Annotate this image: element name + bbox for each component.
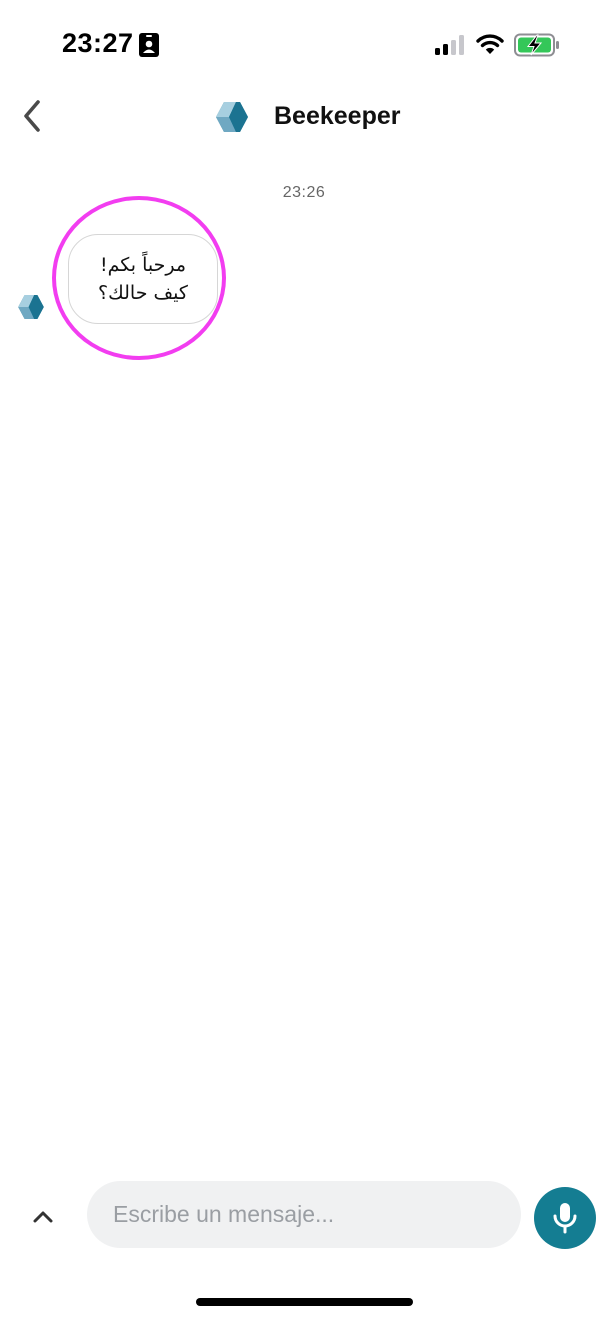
chevron-left-icon — [24, 100, 40, 132]
wifi-icon — [476, 34, 504, 54]
home-indicator[interactable] — [196, 1298, 413, 1306]
status-time: 23:27 — [62, 28, 134, 58]
signal-icon — [435, 35, 464, 55]
message-input[interactable] — [87, 1181, 521, 1248]
beekeeper-logo-icon — [18, 295, 44, 319]
id-card-icon — [139, 33, 159, 57]
message-bubble[interactable]: مرحباً بكم! كيف حالك؟ — [68, 234, 218, 324]
battery-charging-icon — [514, 33, 559, 57]
message-line: مرحباً بكم! — [99, 254, 186, 276]
expand-button[interactable] — [30, 1206, 56, 1228]
back-button[interactable] — [18, 96, 48, 136]
chat-screen: 23:27 Beekeeper 23:26 مرحباً بكم! كيف حا… — [0, 0, 608, 1318]
beekeeper-logo-icon — [216, 102, 248, 132]
message-timestamp: 23:26 — [282, 184, 326, 201]
microphone-button[interactable] — [534, 1187, 596, 1249]
message-line: كيف حالك؟ — [98, 282, 188, 304]
page-title: Beekeeper — [274, 102, 401, 130]
microphone-icon — [553, 1203, 577, 1234]
chevron-up-icon — [33, 1211, 53, 1223]
